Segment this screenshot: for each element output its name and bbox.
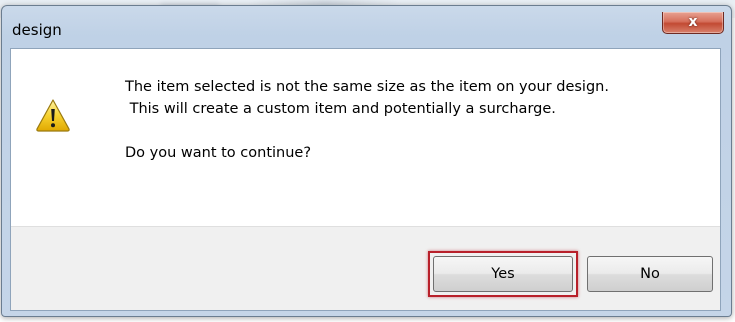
yes-button[interactable]: Yes [433,256,573,292]
warning-icon [36,99,70,132]
message-line-2: This will create a custom item and poten… [125,101,556,117]
no-button[interactable]: No [587,256,713,292]
dialog-window: design x The item selected is not the sa… [1,5,732,317]
screen: design x The item selected is not the sa… [0,0,735,322]
message-question: Do you want to continue? [125,145,312,161]
window-title: design [12,21,62,39]
close-icon: x [688,14,698,30]
dialog-client-area: The item selected is not the same size a… [10,48,721,311]
message-line-1: The item selected is not the same size a… [125,79,609,95]
close-button[interactable]: x [662,12,724,34]
